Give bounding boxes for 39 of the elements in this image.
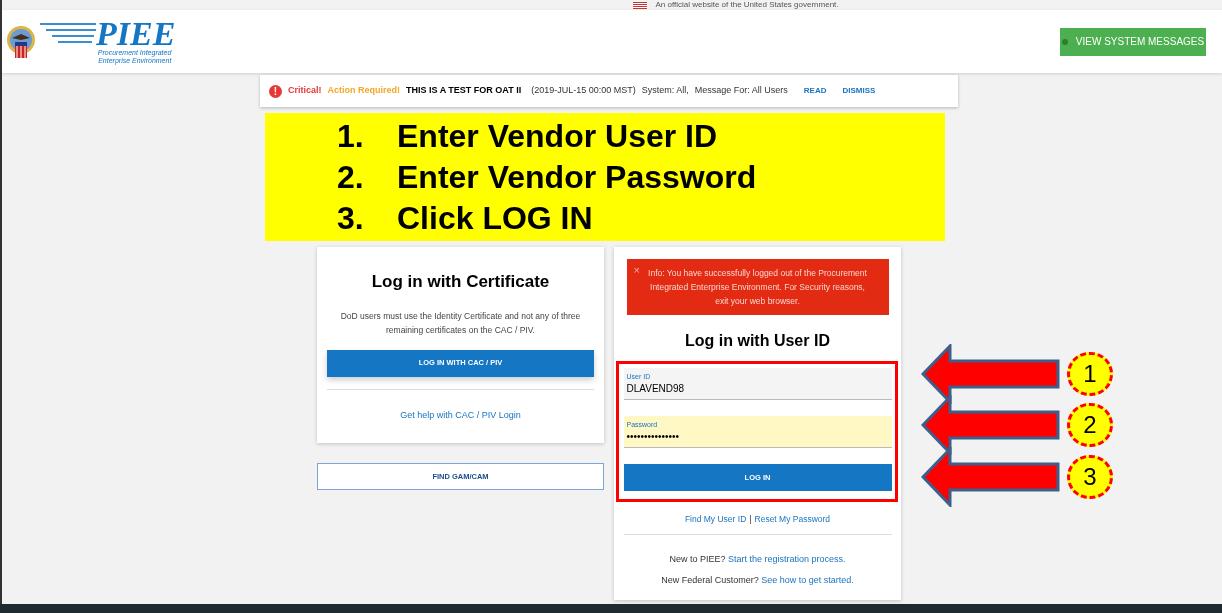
alert-link[interactable]: DISMISS [842,85,876,97]
card-title: Log in with User ID [685,331,830,351]
link-separator: | [749,513,752,526]
step-number: 2. [337,158,365,196]
step-number: 1. [337,117,365,155]
info-text: Info: You have successfully logged out of the Procurement Integrated Enterprise Environment. For Security reasons, exit your web browser. [647,267,868,308]
card-title: Log in with Certificate [371,271,550,293]
prompt-text: New Federal Customer? See how to get started. [661,574,854,588]
step-text: Enter Vendor Password [397,158,757,196]
error-icon: ! [269,84,282,98]
left-arrow-icon [921,447,1061,507]
alert-audience: Message For: All Users [694,84,788,98]
step-text: Click LOG IN [397,199,593,237]
field-value: DLAVEND98 [626,381,686,396]
view-messages-button[interactable]: VIEW SYSTEM MESSAGES [1060,27,1206,56]
cac-help-link[interactable]: Get help with CAC / PIV Login [400,408,521,422]
prompt-text: New to PIEE? Start the registration process. [669,552,846,566]
alert-severity: Critical! [288,84,322,98]
seal-icon [6,23,36,60]
alert-system: System: All, [641,84,689,98]
alert-link[interactable]: READ [803,85,827,97]
card-description: DoD users must use the Identity Certificate and not any of three remaining certificates on the CAC / PIV. [339,309,582,337]
flag-icon [633,1,648,9]
step-number: 3. [337,199,365,237]
close-icon[interactable]: × [633,262,640,279]
logo-title: PIEE [96,18,176,49]
step-callout: 1 [1067,352,1113,396]
gov-banner-text: An official website of the United States government. [655,0,839,10]
prompt-link[interactable]: See how to get started. [761,575,854,586]
step-callout: 3 [1067,455,1113,499]
alert-title: THIS IS A TEST FOR OAT II [406,84,522,98]
field-value: ••••••••••••••• [626,429,680,444]
step-text: Enter Vendor User ID [397,117,718,155]
step-callout: 2 [1067,403,1113,447]
reset-password-link[interactable]: Reset My Password [754,513,831,526]
alert-date: (2019-JUL-15 00:00 MST) [531,84,636,98]
prompt-link[interactable]: Start the registration process. [728,553,846,564]
alert-action: Action Required! [327,84,401,98]
find-user-id-link[interactable]: Find My User ID [684,513,747,526]
